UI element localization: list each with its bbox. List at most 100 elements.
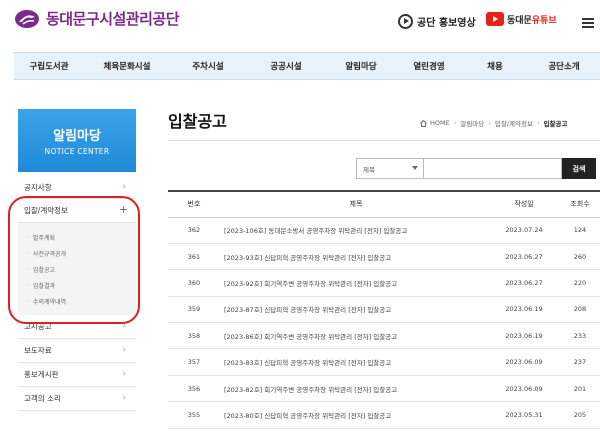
table-row: 362 [2023-106호] 동대문소방서 공영주차장 위탁관리 [전자] 입… bbox=[168, 217, 600, 244]
chevron-right-icon: › bbox=[536, 119, 540, 127]
cell-views: 124 bbox=[560, 217, 600, 244]
youtube-label-prefix: 동대문 bbox=[507, 15, 532, 26]
cell-title-link[interactable]: [2023-93호] 신답피혁 공영주차장 위탁관리 [전자] 입찰공고 bbox=[220, 243, 488, 271]
table-row: 358 [2023-86호] 회기역주변 공영주차장 위탁관리 [전자] 입찰공… bbox=[168, 322, 600, 350]
chevron-right-icon: › bbox=[488, 119, 491, 127]
nav-item-sports-culture[interactable]: 체육문화시설 bbox=[84, 53, 170, 79]
breadcrumb-current: 입찰공고 bbox=[543, 120, 568, 128]
sidebar-item-label: 공지사항 bbox=[24, 182, 52, 192]
sidebar-submenu: 발주계획 사전규격공개 입찰공고 입찰결과 수의계약내역 bbox=[18, 223, 136, 315]
chevron-right-icon: › bbox=[122, 369, 126, 379]
cell-views: 220 bbox=[560, 269, 600, 297]
breadcrumb-bid-contract[interactable]: 입찰/계약정보 bbox=[495, 118, 533, 128]
nav-item-open-management[interactable]: 열린경영 bbox=[396, 53, 462, 79]
cell-title-link[interactable]: [2023-83호] 신답피혁 공영주차장 위탁관리 [전자] 입찰공고 bbox=[220, 348, 488, 376]
nav-item-public-facilities[interactable]: 공공시설 bbox=[246, 53, 326, 79]
cell-date: 2023.05.31 bbox=[488, 401, 560, 429]
sidebar-item-customer-voice[interactable]: 고객의 소리 › bbox=[18, 387, 136, 411]
main-nav: 구립도서관 체육문화시설 주차시설 공공시설 알림마당 열린경영 채용 공단소개 bbox=[14, 52, 600, 80]
column-header-no: 번호 bbox=[168, 190, 220, 218]
search-bar: 제목 검색 bbox=[356, 158, 596, 179]
logo-mark-icon bbox=[14, 9, 40, 29]
hamburger-menu-icon[interactable] bbox=[582, 18, 594, 28]
breadcrumb: HOME › 알림마당 › 입찰/계약정보 › 입찰공고 bbox=[420, 118, 567, 128]
bid-notice-table: 번호 제목 작성일 조회수 362 [2023-106호] 동대문소방서 공영주… bbox=[168, 190, 600, 429]
sidebar-item-pr-board[interactable]: 홍보게시판 › bbox=[18, 363, 136, 387]
cell-no: 358 bbox=[168, 322, 220, 350]
submenu-item-order-plan[interactable]: 발주계획 bbox=[28, 229, 136, 245]
nav-item-parking[interactable]: 주차시설 bbox=[170, 53, 246, 79]
header: 동대문구시설관리공단 공단 홍보영상 동대문유튜브 bbox=[0, 0, 600, 48]
column-header-date: 작성일 bbox=[488, 190, 560, 218]
chevron-right-icon: › bbox=[453, 119, 457, 127]
sidebar-item-announcements[interactable]: 고시공고 › bbox=[18, 315, 136, 339]
chevron-right-icon: › bbox=[122, 345, 126, 355]
cell-no: 362 bbox=[168, 217, 220, 244]
table-row: 361 [2023-93호] 신답피혁 공영주차장 위탁관리 [전자] 입찰공고… bbox=[168, 243, 600, 271]
cell-views: 201 bbox=[560, 375, 600, 403]
sidebar-banner-subtitle: NOTICE CENTER bbox=[44, 147, 110, 156]
sidebar-item-label: 홍보게시판 bbox=[24, 370, 59, 379]
cell-no: 356 bbox=[168, 375, 220, 403]
table-row: 357 [2023-83호] 신답피혁 공영주차장 위탁관리 [전자] 입찰공고… bbox=[168, 348, 600, 376]
cell-date: 2023.07.24 bbox=[488, 217, 560, 244]
cell-date: 2023.06.19 bbox=[488, 296, 560, 324]
sidebar-item-label: 보도자료 bbox=[24, 346, 52, 355]
table-header-row: 번호 제목 작성일 조회수 bbox=[168, 190, 600, 218]
home-icon bbox=[420, 119, 427, 127]
chevron-down-icon bbox=[412, 166, 418, 170]
sidebar-banner-title: 알림마당 bbox=[53, 129, 101, 144]
submenu-item-pre-spec[interactable]: 사전규격공개 bbox=[28, 245, 136, 261]
submenu-item-bid-notice[interactable]: 입찰공고 bbox=[28, 261, 136, 277]
chevron-right-icon: › bbox=[122, 182, 126, 192]
promo-video-link[interactable]: 공단 홍보영상 bbox=[398, 14, 476, 29]
search-button[interactable]: 검색 bbox=[562, 158, 596, 179]
cell-title-link[interactable]: [2023-82호] 회기역주변 공영주차장 위탁관리 [전자] 입찰공고 bbox=[220, 375, 488, 403]
search-input[interactable] bbox=[424, 158, 562, 179]
org-name: 동대문구시설관리공단 bbox=[46, 10, 180, 28]
sidebar-item-label: 고시공고 bbox=[24, 322, 52, 331]
table-row: 359 [2023-87호] 신답피혁 공영주차장 위탁관리 [전자] 입찰공고… bbox=[168, 296, 600, 324]
nav-item-recruit[interactable]: 채용 bbox=[462, 53, 528, 79]
cell-views: 237 bbox=[560, 348, 600, 376]
promo-video-label: 공단 홍보영상 bbox=[417, 18, 476, 29]
nav-item-about[interactable]: 공단소개 bbox=[528, 53, 600, 79]
search-field-select[interactable]: 제목 bbox=[356, 158, 424, 179]
nav-item-library[interactable]: 구립도서관 bbox=[14, 53, 84, 79]
cell-views: 260 bbox=[560, 243, 600, 271]
youtube-label-suffix: 유튜브 bbox=[531, 15, 557, 26]
cell-title-link[interactable]: [2023-80호] 신답피혁 공영주차장 위탁관리 [전자] 입찰공고 bbox=[220, 401, 488, 429]
cell-no: 361 bbox=[168, 243, 220, 271]
cell-no: 360 bbox=[168, 269, 220, 297]
table-row: 356 [2023-82호] 회기역주변 공영주차장 위탁관리 [전자] 입찰공… bbox=[168, 375, 600, 403]
cell-views: 208 bbox=[560, 296, 600, 324]
nav-item-notice[interactable]: 알림마당 bbox=[326, 53, 396, 79]
cell-title-link[interactable]: [2023-92호] 회기역주변 공영주차장 위탁관리 [전자] 입찰공고 bbox=[220, 269, 488, 297]
cell-date: 2023.06.27 bbox=[488, 269, 560, 297]
chevron-right-icon: › bbox=[122, 393, 126, 403]
sidebar-item-label: 입찰/계약정보 bbox=[24, 206, 68, 215]
sidebar-menu: 공지사항 › 입찰/계약정보 + 발주계획 사전규격공개 입찰공고 입찰결과 수… bbox=[18, 176, 136, 411]
cell-title-link[interactable]: [2023-86호] 회기역주변 공영주차장 위탁관리 [전자] 입찰공고 bbox=[220, 322, 488, 350]
submenu-item-private-contract[interactable]: 수의계약내역 bbox=[28, 293, 136, 309]
cell-no: 355 bbox=[168, 401, 220, 429]
youtube-link[interactable]: 동대문유튜브 bbox=[486, 12, 557, 26]
youtube-icon bbox=[486, 12, 504, 26]
cell-date: 2023.06.19 bbox=[488, 322, 560, 350]
cell-date: 2023.06.09 bbox=[488, 375, 560, 403]
logo[interactable]: 동대문구시설관리공단 bbox=[14, 8, 180, 29]
cell-title-link[interactable]: [2023-87호] 신답피혁 공영주차장 위탁관리 [전자] 입찰공고 bbox=[220, 296, 488, 324]
sidebar-item-label: 고객의 소리 bbox=[24, 394, 61, 403]
breadcrumb-home[interactable]: HOME bbox=[430, 119, 450, 127]
cell-date: 2023.06.09 bbox=[488, 348, 560, 376]
breadcrumb-notice[interactable]: 알림마당 bbox=[460, 118, 484, 128]
sidebar-item-press[interactable]: 보도자료 › bbox=[18, 339, 136, 363]
cell-no: 359 bbox=[168, 296, 220, 324]
cell-title-link[interactable]: [2023-106호] 동대문소방서 공영주차장 위탁관리 [전자] 입찰공고 bbox=[220, 217, 488, 244]
sidebar-item-bid-contract[interactable]: 입찰/계약정보 + bbox=[18, 199, 136, 223]
cell-no: 357 bbox=[168, 348, 220, 376]
sidebar-item-notices[interactable]: 공지사항 › bbox=[18, 176, 136, 199]
table-row: 355 [2023-80호] 신답피혁 공영주차장 위탁관리 [전자] 입찰공고… bbox=[168, 401, 600, 429]
submenu-item-bid-result[interactable]: 입찰결과 bbox=[28, 277, 136, 293]
cell-views: 233 bbox=[560, 322, 600, 350]
